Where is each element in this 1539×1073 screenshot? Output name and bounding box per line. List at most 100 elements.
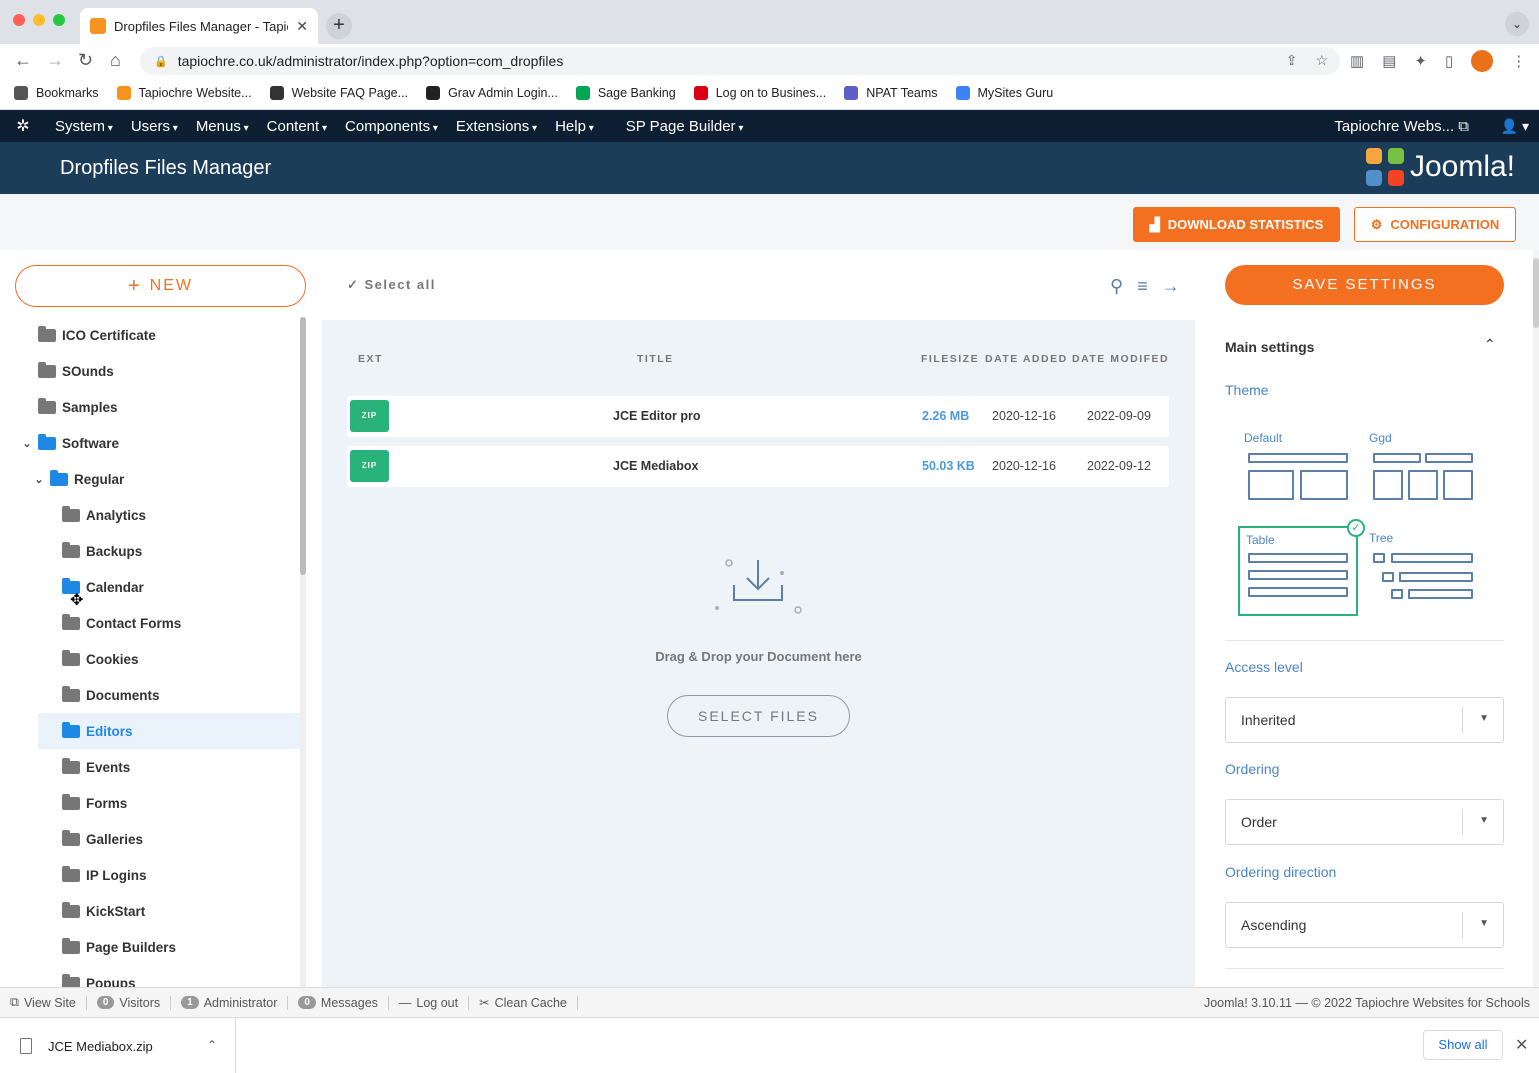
menu-item-system[interactable]: System [46,118,122,135]
theme-option-table[interactable]: ✓ Table [1238,519,1365,616]
access-level-select[interactable]: Inherited ▼ [1225,697,1504,743]
close-window-button[interactable] [13,14,25,26]
tree-folder-software[interactable]: ⌄ Software [0,425,300,461]
tree-folder-regular[interactable]: ⌄ Regular [0,461,300,497]
bookmark-item[interactable]: NPAT Teams [844,86,938,100]
tab-close-icon[interactable]: ✕ [296,18,308,35]
menu-item-menus[interactable]: Menus [187,118,258,135]
column-header-filesize[interactable]: FILESIZE [921,353,979,365]
bookmark-star-icon[interactable]: ☆ [1315,52,1328,69]
bookmark-item[interactable]: Grav Admin Login... [426,86,558,100]
messages-count-badge: 0 [298,996,316,1009]
collapse-chevron-icon[interactable]: ⌃ [1484,336,1496,353]
maximize-window-button[interactable] [53,14,65,26]
file-row[interactable]: ZIP JCE Editor pro 2.26 MB 2020-12-16 20… [347,396,1169,437]
tree-folder-galleries[interactable]: Galleries [0,821,300,857]
column-header-ext[interactable]: EXT [358,353,383,365]
browser-tab[interactable]: Dropfiles Files Manager - Tapiochre ✕ [80,8,318,44]
download-item[interactable]: JCE Mediabox.zip ⌃ [0,1018,236,1073]
address-bar[interactable]: 🔒 tapiochre.co.uk/administrator/index.ph… [140,47,1340,75]
bookmark-item[interactable]: Tapiochre Website... [116,86,252,100]
menu-item-extensions[interactable]: Extensions [447,118,546,135]
joomla-logo-icon[interactable]: ✲ [0,116,46,136]
back-icon[interactable]: ← [14,50,32,71]
close-icon[interactable]: ✕ [1515,1035,1528,1055]
visitors-link[interactable]: 0 Visitors [87,995,172,1010]
select-files-button[interactable]: SELECT FILES [667,695,850,737]
column-header-date-added[interactable]: DATE ADDED [985,353,1068,365]
file-row[interactable]: ZIP JCE Mediabox 50.03 KB 2020-12-16 202… [347,446,1169,487]
theme-option-ggd[interactable]: Ggd [1363,426,1483,516]
forward-icon[interactable]: → [46,50,64,71]
arrow-right-icon[interactable]: → [1162,276,1180,297]
tree-folder-cookies[interactable]: Cookies [0,641,300,677]
bookmark-item[interactable]: Log on to Busines... [693,86,826,100]
chevron-down-icon[interactable]: ⌄ [32,473,46,486]
extension-icon[interactable]: ▤ [1382,52,1396,70]
download-statistics-button[interactable]: ▟ DOWNLOAD STATISTICS [1133,207,1340,242]
column-header-date-modified[interactable]: DATE MODIFED [1072,353,1169,365]
tree-scrollbar[interactable] [300,317,306,987]
theme-option-default[interactable]: Default [1238,426,1358,516]
logout-link[interactable]: — Log out [389,995,470,1010]
bookmark-item[interactable]: Bookmarks [14,86,99,100]
chevron-up-icon[interactable]: ⌃ [207,1038,217,1052]
home-icon[interactable]: ⌂ [110,50,121,71]
tab-search-button[interactable]: ⌄ [1505,12,1529,36]
menu-item-sp-page-builder[interactable]: SP Page Builder [617,118,753,135]
filter-icon[interactable]: ≡ [1137,276,1148,297]
extension-icon[interactable]: ▥ [1350,52,1364,70]
chevron-down-icon[interactable]: ⌄ [20,437,34,450]
ordering-select[interactable]: Order ▼ [1225,799,1504,845]
new-tab-button[interactable]: + [326,13,352,39]
tree-folder-page-builders[interactable]: Page Builders [0,929,300,965]
configuration-button[interactable]: ⚙ CONFIGURATION [1354,207,1516,242]
settings-scrollbar[interactable] [1533,250,1539,987]
tree-folder-events[interactable]: Events [0,749,300,785]
tree-folder-contact-forms[interactable]: Contact Forms [0,605,300,641]
bookmark-item[interactable]: Sage Banking [575,86,676,100]
reload-icon[interactable]: ↻ [78,50,93,71]
puzzle-icon[interactable]: ✦ [1414,52,1427,70]
new-category-button[interactable]: + NEW [15,265,306,307]
tree-folder-ico-certificate[interactable]: ICO Certificate [0,317,300,353]
select-all-button[interactable]: ✓ Select all [347,277,436,293]
bookmark-item[interactable]: Website FAQ Page... [269,86,408,100]
tree-folder-sounds[interactable]: SOunds [0,353,300,389]
tree-scrollbar-thumb[interactable] [300,317,306,575]
bookmark-item[interactable]: MySites Guru [955,86,1053,100]
user-menu-icon[interactable]: 👤 ▾ [1501,118,1529,135]
tree-folder-ip-logins[interactable]: IP Logins [0,857,300,893]
tree-folder-editors[interactable]: Editors [38,713,300,749]
minimize-window-button[interactable] [33,14,45,26]
profile-avatar[interactable] [1471,50,1494,72]
clean-cache-link[interactable]: ✂ Clean Cache [469,995,578,1010]
menu-item-users[interactable]: Users [122,118,187,135]
search-icon[interactable]: ⚲ [1110,276,1123,297]
column-header-title[interactable]: TITLE [637,353,674,365]
settings-scrollbar-thumb[interactable] [1533,258,1539,328]
tree-folder-documents[interactable]: Documents [0,677,300,713]
theme-option-tree[interactable]: Tree [1363,526,1483,616]
menu-item-components[interactable]: Components [336,118,447,135]
tree-folder-backups[interactable]: Backups [0,533,300,569]
view-site-link[interactable]: ⧉ View Site [0,995,87,1010]
tree-folder-analytics[interactable]: Analytics [0,497,300,533]
administrator-link[interactable]: 1 Administrator [171,995,289,1010]
messages-link[interactable]: 0 Messages [288,995,389,1010]
sidepanel-icon[interactable]: ▯ [1445,52,1453,70]
tree-folder-kickstart[interactable]: KickStart [0,893,300,929]
more-menu-icon[interactable]: ⋮ [1511,52,1526,70]
share-icon[interactable]: ⇪ [1286,52,1298,69]
menu-item-content[interactable]: Content [258,118,336,135]
ordering-direction-select[interactable]: Ascending ▼ [1225,902,1504,948]
tree-folder-forms[interactable]: Forms [0,785,300,821]
menu-item-help[interactable]: Help [546,118,603,135]
tree-folder-samples[interactable]: Samples [0,389,300,425]
bookmark-label: NPAT Teams [866,86,938,100]
save-settings-button[interactable]: SAVE SETTINGS [1225,265,1504,305]
site-link[interactable]: Tapiochre Webs... ⧉ [1334,118,1469,135]
tree-folder-popups[interactable]: Popups [0,965,300,987]
show-all-downloads-button[interactable]: Show all [1423,1030,1503,1060]
tree-folder-calendar[interactable]: Calendar [0,569,300,605]
